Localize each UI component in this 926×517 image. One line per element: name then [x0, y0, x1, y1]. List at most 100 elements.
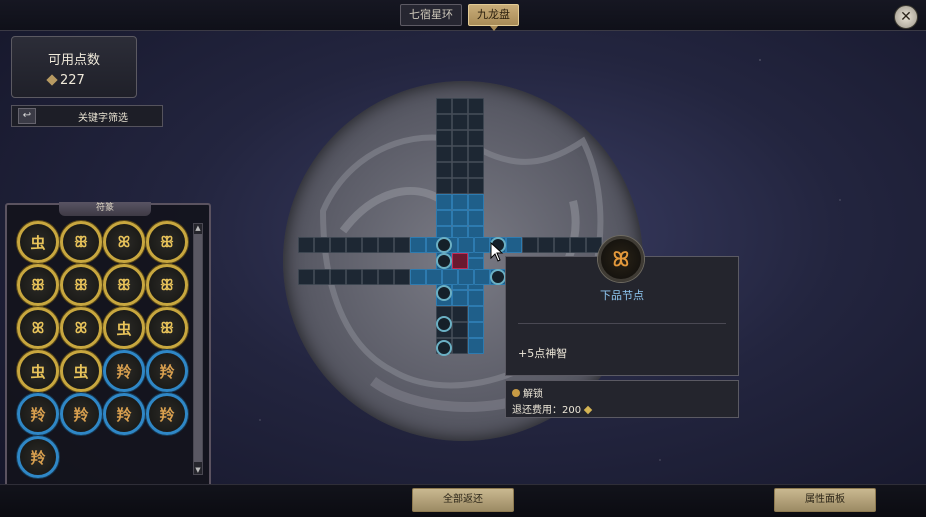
rune-slot[interactable]: 羚 — [60, 393, 102, 435]
rune-slot[interactable]: ꕥ — [146, 264, 188, 306]
rune-slot[interactable]: 羚 — [146, 350, 188, 392]
skill-node[interactable] — [452, 210, 468, 226]
rune-slot[interactable]: ꕤ — [60, 307, 102, 349]
skill-node[interactable] — [394, 237, 410, 253]
skill-node[interactable] — [452, 290, 468, 306]
skill-node[interactable] — [298, 269, 314, 285]
skill-node[interactable] — [468, 194, 484, 210]
rune-slot[interactable]: ꕥ — [103, 264, 145, 306]
skill-node[interactable] — [452, 162, 468, 178]
skill-node[interactable] — [436, 162, 452, 178]
skill-node[interactable] — [474, 237, 490, 253]
skill-node[interactable] — [436, 285, 452, 301]
rune-slot[interactable]: ꕥ — [17, 264, 59, 306]
skill-node[interactable] — [330, 269, 346, 285]
skill-node[interactable] — [410, 269, 426, 285]
skill-node[interactable] — [436, 237, 452, 253]
skill-node[interactable] — [436, 178, 452, 194]
skill-node[interactable] — [452, 253, 468, 269]
skill-node[interactable] — [468, 146, 484, 162]
skill-node[interactable] — [436, 114, 452, 130]
skill-node[interactable] — [468, 130, 484, 146]
skill-node[interactable] — [436, 340, 452, 356]
skill-node[interactable] — [468, 322, 484, 338]
skill-node[interactable] — [468, 114, 484, 130]
skill-node[interactable] — [468, 306, 484, 322]
skill-node[interactable] — [452, 306, 468, 322]
unlock-panel[interactable]: 解锁 退还费用：200 — [505, 380, 739, 418]
skill-node[interactable] — [458, 237, 474, 253]
skill-node[interactable] — [554, 237, 570, 253]
skill-node[interactable] — [346, 269, 362, 285]
skill-node[interactable] — [362, 237, 378, 253]
back-arrow-icon[interactable]: ↩ — [18, 108, 36, 124]
skill-node[interactable] — [452, 146, 468, 162]
skill-node[interactable] — [394, 269, 410, 285]
attribute-panel-button[interactable]: 属性面板 — [774, 488, 876, 512]
rune-slot[interactable]: 羚 — [146, 393, 188, 435]
skill-node[interactable] — [436, 130, 452, 146]
rune-slot[interactable]: 虫 — [17, 350, 59, 392]
skill-node[interactable] — [452, 322, 468, 338]
skill-node[interactable] — [468, 162, 484, 178]
rune-slot[interactable]: 羚 — [17, 436, 59, 478]
skill-node[interactable] — [346, 237, 362, 253]
skill-node[interactable] — [410, 237, 426, 253]
skill-node[interactable] — [314, 237, 330, 253]
skill-node[interactable] — [442, 269, 458, 285]
skill-node[interactable] — [298, 237, 314, 253]
tab-nine-dragons[interactable]: 九龙盘 — [468, 4, 519, 31]
skill-node[interactable] — [452, 98, 468, 114]
skill-node[interactable] — [436, 98, 452, 114]
refund-all-button[interactable]: 全部返还 — [412, 488, 514, 512]
tab-seven-stars[interactable]: 七宿星环 — [400, 4, 462, 26]
skill-node[interactable] — [522, 237, 538, 253]
rune-slot[interactable]: 虫 — [103, 307, 145, 349]
skill-node[interactable] — [490, 269, 506, 285]
skill-node[interactable] — [452, 130, 468, 146]
skill-node[interactable] — [538, 237, 554, 253]
unlock-row[interactable]: 解锁 — [512, 385, 543, 400]
rune-slot[interactable]: 虫 — [60, 350, 102, 392]
rune-slot[interactable]: ꕥ — [60, 264, 102, 306]
rune-slot[interactable]: ꕥ — [60, 221, 102, 263]
scroll-up-icon[interactable]: ▲ — [194, 224, 202, 232]
skill-node[interactable] — [468, 210, 484, 226]
skill-node[interactable] — [378, 237, 394, 253]
skill-node[interactable] — [458, 269, 474, 285]
skill-node[interactable] — [468, 290, 484, 306]
skill-node[interactable] — [436, 253, 452, 269]
skill-node[interactable] — [506, 237, 522, 253]
skill-node[interactable] — [314, 269, 330, 285]
skill-node[interactable] — [362, 269, 378, 285]
scroll-down-icon[interactable]: ▼ — [194, 466, 202, 474]
skill-node[interactable] — [468, 178, 484, 194]
skill-node[interactable] — [436, 194, 452, 210]
rune-slot[interactable]: ꕥ — [146, 307, 188, 349]
skill-node[interactable] — [330, 237, 346, 253]
skill-node[interactable] — [452, 338, 468, 354]
skill-node[interactable] — [378, 269, 394, 285]
rune-slot[interactable]: 虫 — [17, 221, 59, 263]
rune-slot[interactable]: ꕥ — [146, 221, 188, 263]
rune-slot[interactable]: 羚 — [103, 393, 145, 435]
rune-slot[interactable]: 羚 — [103, 350, 145, 392]
skill-node[interactable] — [474, 269, 490, 285]
skill-node[interactable] — [468, 98, 484, 114]
skill-node[interactable] — [436, 210, 452, 226]
rune-scrollbar[interactable]: ▲ ▼ — [193, 223, 203, 475]
skill-node[interactable] — [452, 194, 468, 210]
skill-node[interactable] — [452, 178, 468, 194]
close-icon[interactable]: ✕ — [894, 5, 918, 29]
skill-node[interactable] — [426, 269, 442, 285]
rune-slot[interactable]: ꕤ — [103, 221, 145, 263]
scroll-thumb[interactable] — [194, 234, 202, 462]
skill-node[interactable] — [436, 146, 452, 162]
skill-node[interactable] — [452, 114, 468, 130]
rune-slot[interactable]: 羚 — [17, 393, 59, 435]
skill-node[interactable] — [436, 316, 452, 332]
skill-node[interactable] — [570, 237, 586, 253]
keyword-filter-button[interactable]: ↩ 关键字筛选 — [11, 105, 163, 127]
skill-node[interactable] — [468, 338, 484, 354]
rune-slot[interactable]: ꕤ — [17, 307, 59, 349]
